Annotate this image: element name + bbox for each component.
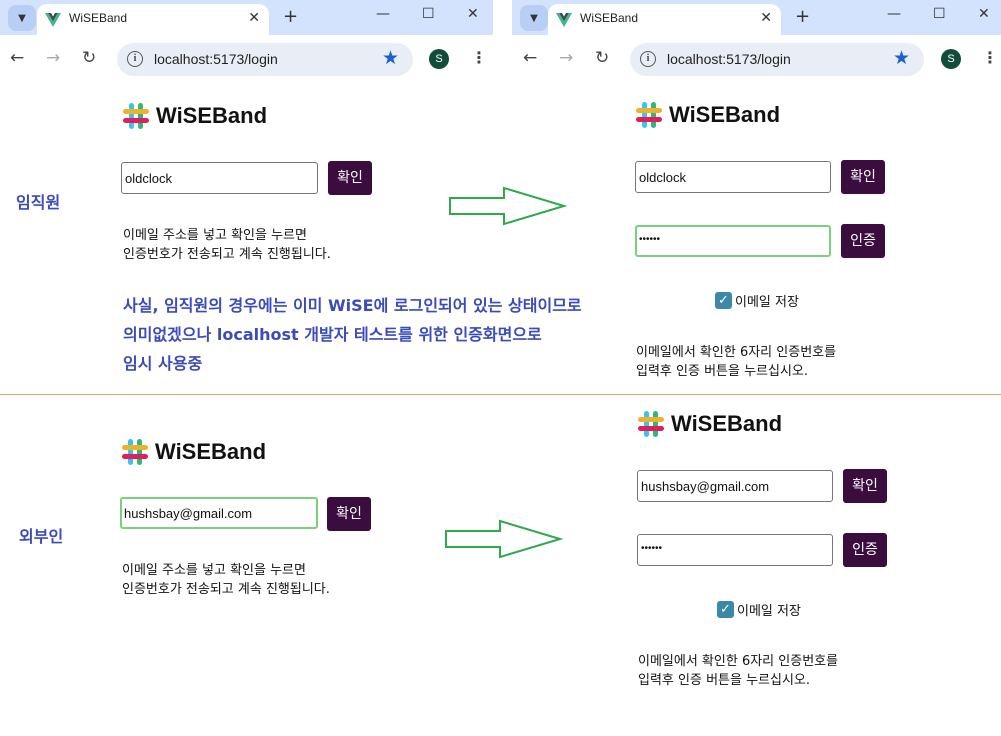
instruction-text: 이메일에서 확인한 6자리 인증번호를 입력후 인증 버튼을 누르십시오.: [636, 343, 836, 381]
email-input[interactable]: oldclock: [121, 162, 318, 194]
site-info-icon[interactable]: i: [640, 51, 656, 67]
section-divider: [0, 394, 1001, 395]
wiseband-logo: WiSEBand: [120, 437, 266, 467]
chevron-down-icon: ▼: [530, 12, 538, 24]
confirm-button[interactable]: 확인: [327, 497, 371, 531]
slack-logo-icon: [123, 103, 149, 129]
menu-kebab-icon[interactable]: ⋮: [982, 48, 998, 67]
confirm-button[interactable]: 확인: [328, 161, 372, 195]
brand-name: WiSEBand: [155, 439, 267, 464]
checkmark-icon[interactable]: ✓: [715, 292, 732, 309]
instruction-text: 이메일 주소를 넣고 확인을 누르면 인증번호가 전송되고 계속 진행됩니다.: [123, 226, 331, 264]
site-info-icon[interactable]: i: [127, 51, 143, 67]
role-label-employee: 임직원: [16, 193, 61, 212]
remember-email-label: 이메일 저장: [737, 604, 801, 619]
browser-tab[interactable]: WiSEBand ✕: [548, 4, 781, 35]
vue-logo-icon: [556, 12, 572, 31]
instruction-line-1: 이메일 주소를 넣고 확인을 누르면: [123, 228, 307, 243]
wiseband-logo: WiSEBand: [634, 100, 780, 130]
brand-name: WiSEBand: [669, 102, 781, 127]
tab-close-icon[interactable]: ✕: [248, 10, 260, 26]
wiseband-logo: WiSEBand: [121, 101, 267, 131]
verification-code-input[interactable]: ••••••: [637, 534, 833, 566]
bookmark-star-icon[interactable]: ★: [893, 47, 910, 69]
verify-button[interactable]: 인증: [843, 533, 887, 567]
instruction-line-1: 이메일에서 확인한 6자리 인증번호를: [638, 654, 839, 669]
annotation-note: 사실, 임직원의 경우에는 이미 WiSE에 로그인되어 있는 상태이므로 의미…: [123, 291, 582, 378]
annotation-line-1: 사실, 임직원의 경우에는 이미 WiSE에 로그인되어 있는 상태이므로: [123, 296, 582, 315]
browser-tab[interactable]: WiSEBand ✕: [37, 4, 269, 35]
chevron-down-icon: ▼: [18, 12, 26, 24]
back-arrow-icon[interactable]: ←: [523, 48, 537, 68]
window-close-button[interactable]: ✕: [467, 6, 479, 22]
slack-logo-icon: [638, 411, 664, 437]
window-close-button[interactable]: ✕: [978, 6, 990, 22]
maximize-button[interactable]: ☐: [933, 6, 946, 22]
profile-avatar[interactable]: S: [941, 49, 961, 69]
remember-email-label: 이메일 저장: [735, 295, 799, 310]
vue-logo-icon: [45, 12, 61, 31]
reload-icon[interactable]: ↻: [82, 48, 96, 68]
email-input[interactable]: oldclock: [635, 161, 831, 193]
confirm-button[interactable]: 확인: [843, 469, 887, 503]
brand-name: WiSEBand: [671, 411, 783, 436]
instruction-line-2: 인증번호가 전송되고 계속 진행됩니다.: [122, 582, 330, 597]
remember-email-checkbox[interactable]: ✓ 이메일 저장: [715, 291, 799, 310]
instruction-line-2: 입력후 인증 버튼을 누르십시오.: [638, 673, 811, 688]
tab-search-button[interactable]: ▼: [520, 5, 548, 31]
annotation-line-2: 의미없겠으나 localhost 개발자 테스트를 위한 인증화면으로: [123, 325, 542, 344]
tab-search-button[interactable]: ▼: [8, 5, 36, 31]
browser-window-right: ▼ WiSEBand ✕ + — ☐ ✕ ← → ↻ i localhost:5…: [512, 0, 1001, 82]
instruction-line-2: 입력후 인증 버튼을 누르십시오.: [636, 364, 809, 379]
forward-arrow-icon[interactable]: →: [46, 48, 60, 68]
back-arrow-icon[interactable]: ←: [10, 48, 24, 68]
tab-close-icon[interactable]: ✕: [760, 10, 772, 26]
role-label-external: 외부인: [19, 527, 64, 546]
profile-avatar[interactable]: S: [429, 49, 449, 69]
menu-kebab-icon[interactable]: ⋮: [471, 48, 487, 67]
tab-strip: ▼ WiSEBand ✕ + — ☐ ✕: [0, 0, 493, 35]
tab-title: WiSEBand: [69, 11, 128, 25]
email-input[interactable]: hushsbay@gmail.com: [637, 470, 833, 502]
url-text: localhost:5173/login: [154, 51, 278, 67]
reload-icon[interactable]: ↻: [595, 48, 609, 68]
verification-code-input[interactable]: ••••••: [635, 225, 831, 257]
address-bar[interactable]: i localhost:5173/login ★: [630, 43, 924, 76]
new-tab-button[interactable]: +: [795, 6, 810, 27]
bookmark-star-icon[interactable]: ★: [382, 47, 399, 69]
brand-name: WiSEBand: [156, 103, 268, 128]
annotation-line-3: 임시 사용중: [123, 354, 203, 373]
instruction-text: 이메일에서 확인한 6자리 인증번호를 입력후 인증 버튼을 누르십시오.: [638, 652, 838, 690]
tab-strip: ▼ WiSEBand ✕ + — ☐ ✕: [512, 0, 1001, 35]
confirm-button[interactable]: 확인: [841, 160, 885, 194]
instruction-line-1: 이메일에서 확인한 6자리 인증번호를: [636, 345, 837, 360]
new-tab-button[interactable]: +: [283, 6, 298, 27]
instruction-line-2: 인증번호가 전송되고 계속 진행됩니다.: [123, 247, 331, 262]
verify-button[interactable]: 인증: [841, 224, 885, 258]
url-text: localhost:5173/login: [667, 51, 791, 67]
slack-logo-icon: [636, 102, 662, 128]
browser-window-left: ▼ WiSEBand ✕ + — ☐ ✕ ← → ↻ i localhost:5…: [0, 0, 493, 82]
email-input[interactable]: hushsbay@gmail.com: [120, 497, 318, 529]
remember-email-checkbox[interactable]: ✓ 이메일 저장: [717, 600, 801, 619]
minimize-button[interactable]: —: [887, 6, 901, 22]
minimize-button[interactable]: —: [376, 6, 390, 22]
maximize-button[interactable]: ☐: [422, 6, 435, 22]
flow-arrow-icon: [445, 519, 564, 559]
wiseband-logo: WiSEBand: [636, 409, 782, 439]
flow-arrow-icon: [449, 186, 568, 226]
slack-logo-icon: [122, 439, 148, 465]
tab-title: WiSEBand: [580, 11, 639, 25]
instruction-line-1: 이메일 주소를 넣고 확인을 누르면: [122, 563, 306, 578]
address-bar[interactable]: i localhost:5173/login ★: [117, 43, 413, 76]
forward-arrow-icon[interactable]: →: [559, 48, 573, 68]
instruction-text: 이메일 주소를 넣고 확인을 누르면 인증번호가 전송되고 계속 진행됩니다.: [122, 561, 330, 599]
checkmark-icon[interactable]: ✓: [717, 601, 734, 618]
